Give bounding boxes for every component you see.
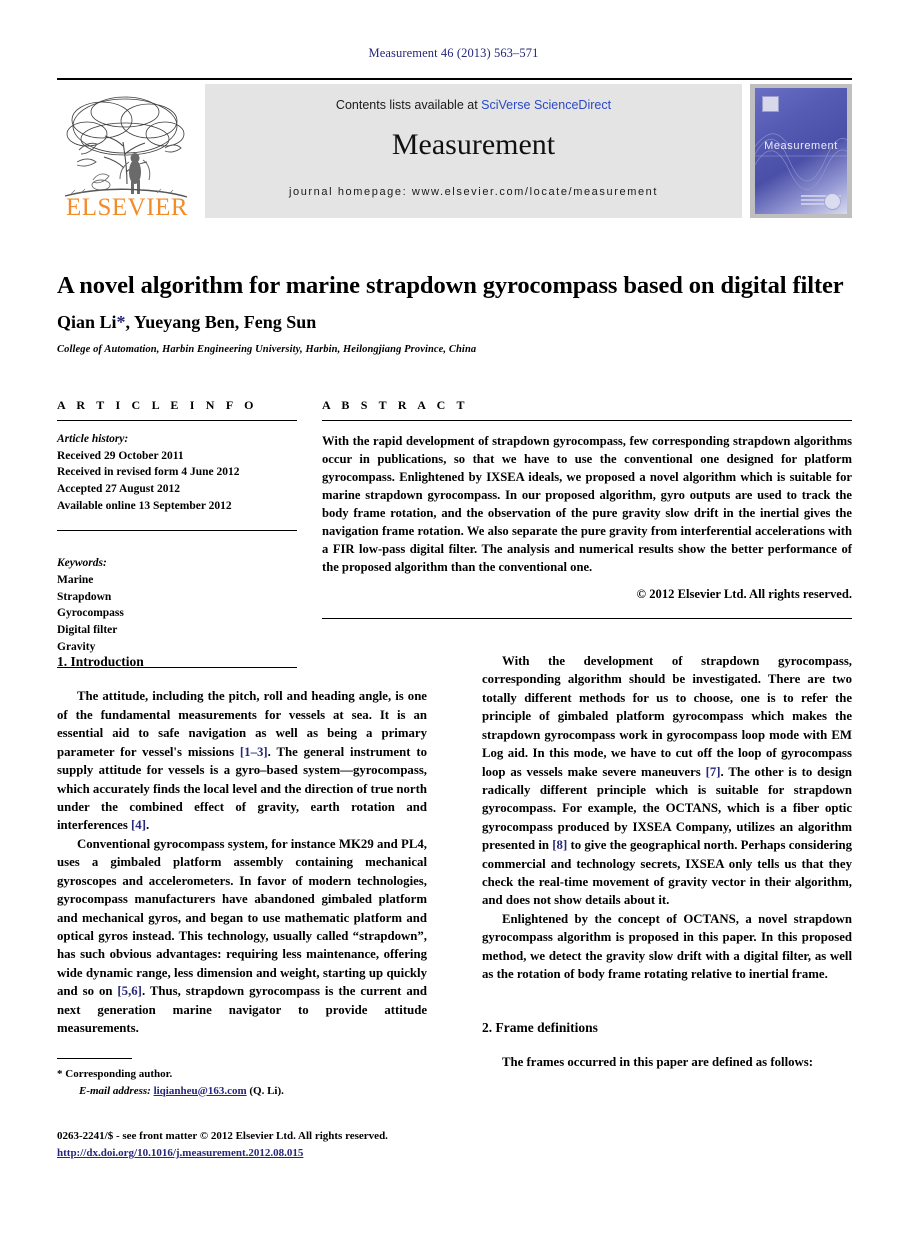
cover-globe-icon	[824, 193, 841, 210]
intro-paragraph-2: Conventional gyrocompass system, for ins…	[57, 835, 427, 1038]
citation-link[interactable]: [5,6]	[117, 984, 142, 998]
paper-page: Measurement 46 (2013) 563–571 ELSEVIER C…	[0, 0, 907, 1238]
elsevier-logo: ELSEVIER	[57, 84, 197, 221]
email-link[interactable]: liqianheu@163.com	[154, 1085, 247, 1097]
article-history: Article history: Received 29 October 201…	[57, 431, 297, 514]
abstract-rule-bottom	[322, 618, 852, 619]
email-owner: (Q. Li).	[249, 1084, 284, 1097]
article-history-heading: Article history:	[57, 433, 129, 445]
intro-paragraph-3: With the development of strapdown gyroco…	[482, 652, 852, 910]
intro-p3-part-a: With the development of strapdown gyroco…	[482, 654, 852, 779]
issn-front-matter: 0263-2241/$ - see front matter © 2012 El…	[57, 1130, 388, 1142]
keyword-item: Marine	[57, 574, 94, 587]
running-head: Measurement 46 (2013) 563–571	[368, 46, 539, 60]
cover-logo-chip	[762, 96, 779, 112]
author-primary: Qian Li	[57, 312, 117, 332]
cover-title: Measurement	[764, 140, 838, 152]
abstract-block: A B S T R A C T With the rapid developme…	[322, 398, 852, 619]
body-column-right: With the development of strapdown gyroco…	[482, 652, 852, 1071]
author-others: , Yueyang Ben, Feng Sun	[125, 312, 317, 332]
frames-paragraph-1: The frames occurred in this paper are de…	[502, 1055, 814, 1070]
abstract-heading: A B S T R A C T	[322, 398, 469, 412]
doi-link[interactable]: http://dx.doi.org/10.1016/j.measurement.…	[57, 1147, 303, 1159]
history-item: Accepted 27 August 2012	[57, 483, 180, 496]
citation-link[interactable]: [8]	[552, 838, 567, 852]
history-item: Received 29 October 2011	[57, 449, 184, 462]
corresponding-author-marker: *	[116, 312, 126, 332]
email-line: E-mail address: liqianheu@163.com (Q. Li…	[57, 1083, 427, 1100]
corresponding-author-note: * Corresponding author.	[57, 1068, 173, 1080]
intro-paragraph-1: The attitude, including the pitch, roll …	[57, 687, 427, 834]
author-list: Qian Li*, Yueyang Ben, Feng Sun	[57, 312, 852, 333]
keyword-item: Gyrocompass	[57, 607, 124, 620]
abstract-copyright: © 2012 Elsevier Ltd. All rights reserved…	[636, 587, 852, 601]
intro-paragraph-4: Enlightened by the concept of OCTANS, a …	[482, 911, 852, 982]
abstract-text: With the rapid development of strapdown …	[322, 434, 852, 574]
corresponding-author-footnote: * Corresponding author. E-mail address: …	[57, 1058, 427, 1099]
section-heading-introduction: 1. Introduction	[57, 654, 144, 669]
intro-p1-part-c: .	[145, 818, 150, 833]
publisher-footer: 0263-2241/$ - see front matter © 2012 El…	[57, 1128, 497, 1162]
journal-title: Measurement	[391, 128, 556, 161]
journal-homepage[interactable]: journal homepage: www.elsevier.com/locat…	[205, 186, 742, 198]
journal-banner: Contents lists available at SciVerse Sci…	[205, 84, 742, 218]
keyword-item: Strapdown	[57, 590, 112, 603]
contents-available-text: Contents lists available at	[335, 98, 482, 112]
keyword-item: Digital filter	[57, 624, 118, 637]
page-title: A novel algorithm for marine strapdown g…	[57, 272, 844, 299]
history-item: Available online 13 September 2012	[57, 499, 232, 512]
body-column-left: 1. Introduction The attitude, including …	[57, 652, 427, 1037]
email-label: E-mail address:	[79, 1084, 151, 1097]
journal-masthead: ELSEVIER Contents lists available at Sci…	[57, 78, 852, 221]
section-heading-frame-definitions: 2. Frame definitions	[482, 1019, 598, 1035]
article-info-rule	[57, 420, 297, 421]
svg-text:ELSEVIER: ELSEVIER	[66, 194, 188, 218]
affiliation: College of Automation, Harbin Engineerin…	[57, 344, 477, 355]
citation-link[interactable]: [1–3]	[240, 745, 268, 759]
keywords-heading: Keywords:	[57, 557, 107, 570]
intro-p2-part-a: Conventional gyrocompass system, for ins…	[57, 836, 427, 999]
history-item: Received in revised form 4 June 2012	[57, 466, 240, 479]
keywords-rule-top	[57, 530, 297, 532]
citation-link[interactable]: [4]	[131, 818, 146, 832]
journal-cover-thumbnail: Measurement	[750, 84, 852, 218]
keywords-block: Keywords: Marine Strapdown Gyrocompass D…	[57, 544, 297, 655]
cover-art: Measurement	[755, 88, 847, 214]
citation-link[interactable]: [7]	[706, 765, 721, 779]
sciencedirect-link[interactable]: SciVerse ScienceDirect	[481, 98, 611, 112]
contents-available-line: Contents lists available at SciVerse Sci…	[205, 98, 742, 112]
abstract-rule	[322, 420, 852, 421]
footnote-rule	[57, 1058, 132, 1059]
article-info-heading: A R T I C L E I N F O	[57, 398, 258, 412]
article-info-block: A R T I C L E I N F O Article history: R…	[57, 398, 297, 669]
masthead-top-rule	[57, 78, 852, 80]
